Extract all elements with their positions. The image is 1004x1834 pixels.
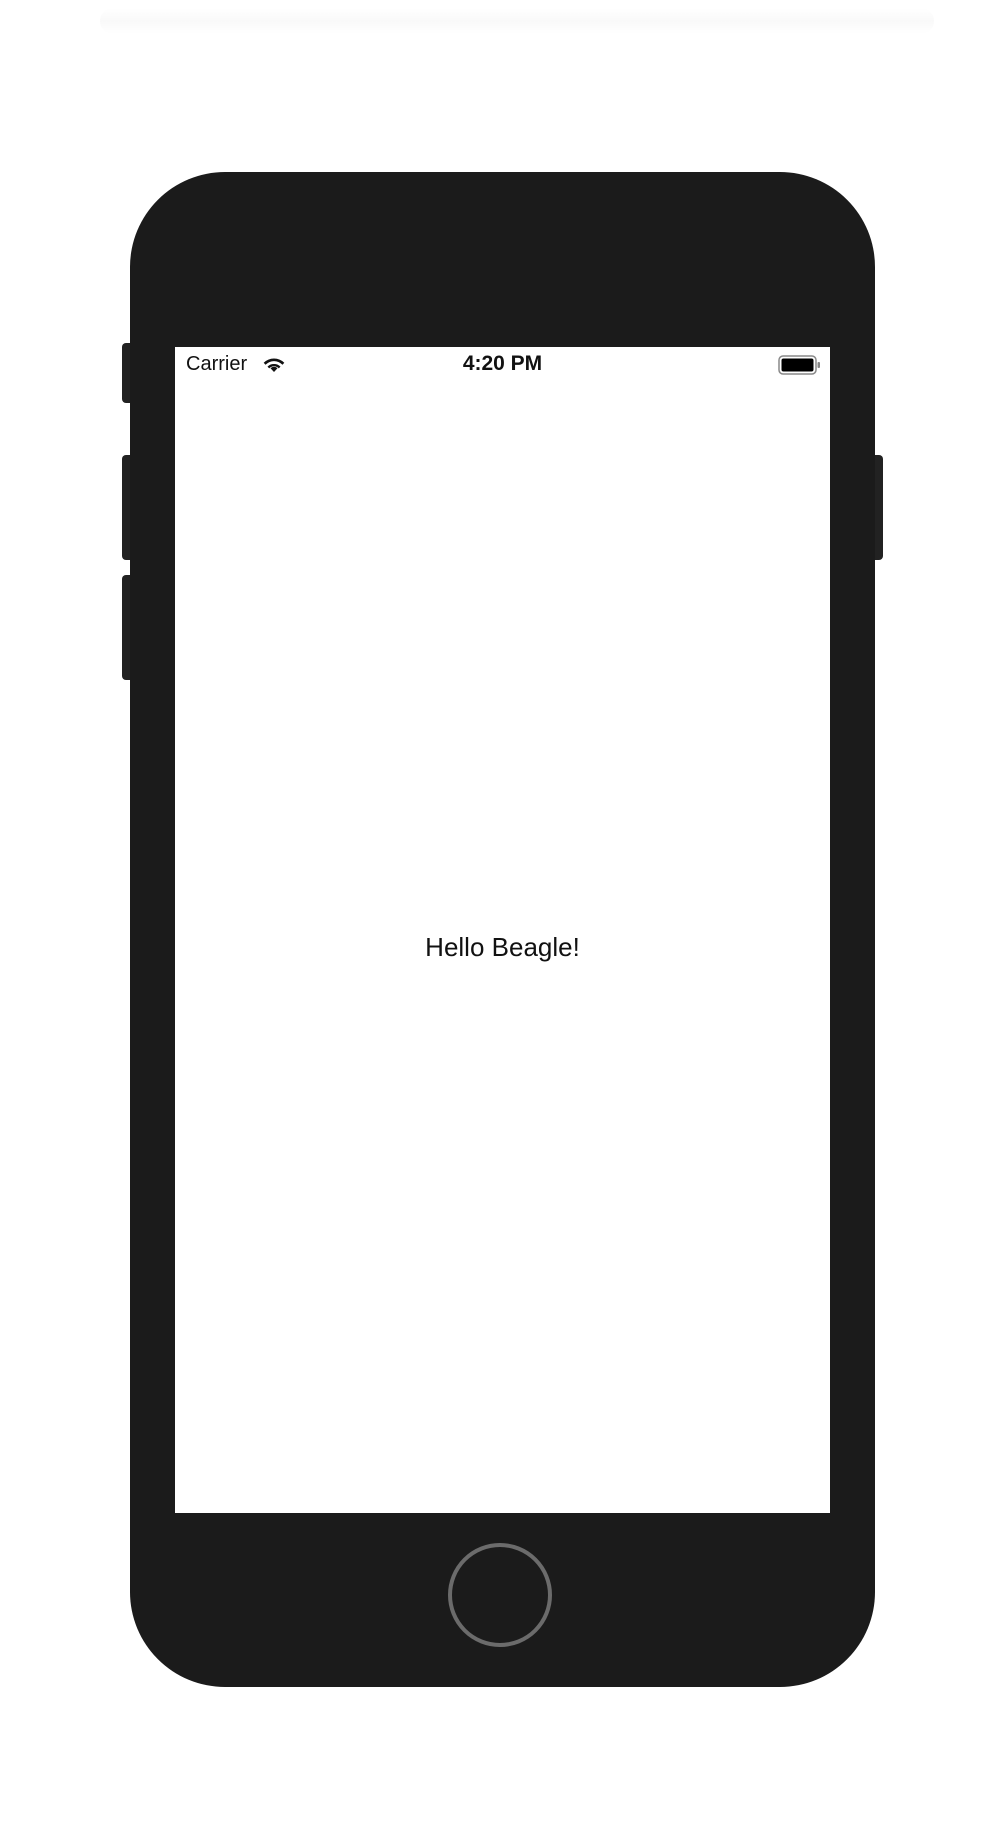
status-bar: Carrier 4:20 PM bbox=[175, 347, 830, 383]
battery-icon bbox=[778, 355, 820, 375]
top-shadow bbox=[100, 8, 934, 34]
home-button[interactable] bbox=[448, 1543, 552, 1647]
page: Carrier 4:20 PM Hello Beagle! bbox=[0, 0, 1004, 1834]
hello-text: Hello Beagle! bbox=[425, 932, 580, 962]
phone-screen: Carrier 4:20 PM Hello Beagle! bbox=[175, 347, 830, 1513]
status-time: 4:20 PM bbox=[462, 352, 543, 375]
